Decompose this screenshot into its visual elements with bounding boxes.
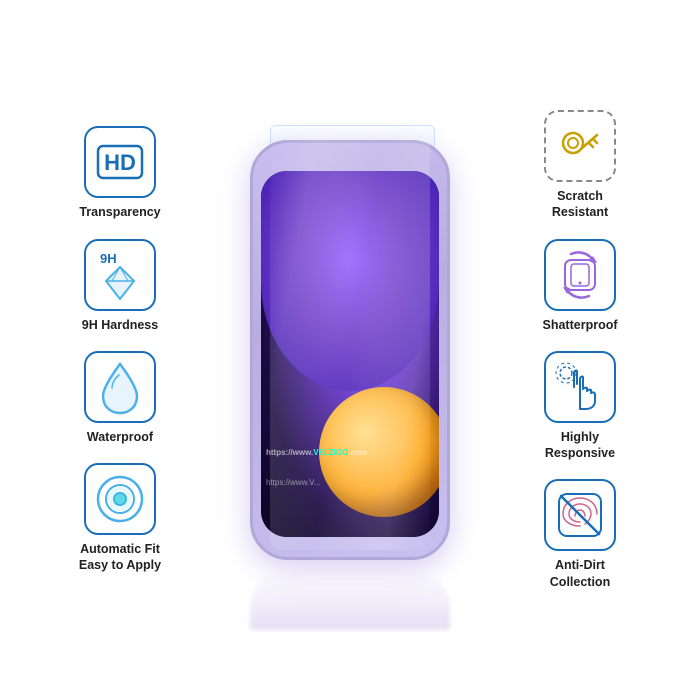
hd-icon-box: HD xyxy=(84,126,156,198)
feature-scratch-resistant: Scratch Resistant xyxy=(544,110,616,221)
feature-shatterproof: Shatterproof xyxy=(543,239,618,333)
auto-fit-label: Automatic Fit Easy to Apply xyxy=(79,541,161,574)
feature-waterproof: Waterproof xyxy=(84,351,156,445)
main-container: HD Transparency 9H 9H Hardness xyxy=(0,0,700,700)
hd-icon: HD xyxy=(96,144,144,180)
rotate-icon xyxy=(551,246,609,304)
hd-label: Transparency xyxy=(79,204,160,220)
9h-icon-box: 9H xyxy=(84,239,156,311)
responsive-icon-box xyxy=(544,351,616,423)
diamond-icon: 9H xyxy=(90,245,150,305)
responsive-label: Highly Responsive xyxy=(545,429,615,462)
phone-reflection xyxy=(250,570,450,630)
circle-target-icon xyxy=(91,470,149,528)
shatterproof-label: Shatterproof xyxy=(543,317,618,333)
watermark2: https://www.V... xyxy=(266,478,320,487)
feature-9h-hardness: 9H 9H Hardness xyxy=(82,239,158,333)
left-features: HD Transparency 9H 9H Hardness xyxy=(60,126,180,573)
svg-text:9H: 9H xyxy=(100,251,117,266)
svg-text:HD: HD xyxy=(104,150,136,175)
finger-icon xyxy=(552,359,608,415)
drop-icon xyxy=(95,358,145,416)
waterproof-icon-box xyxy=(84,351,156,423)
auto-fit-icon-box xyxy=(84,463,156,535)
phone-screen: https://www.VELZIGO.com https://www.V... xyxy=(261,171,439,537)
phone-body: https://www.VELZIGO.com https://www.V... xyxy=(250,140,450,560)
feature-auto-fit: Automatic Fit Easy to Apply xyxy=(79,463,161,574)
phone-wrapper: https://www.VELZIGO.com https://www.V... xyxy=(240,130,460,570)
9h-label: 9H Hardness xyxy=(82,317,158,333)
feature-highly-responsive: Highly Responsive xyxy=(544,351,616,462)
watermark: https://www.VELZIGO.com xyxy=(266,448,367,457)
scratch-label: Scratch Resistant xyxy=(552,188,608,221)
feature-hd-transparency: HD Transparency xyxy=(79,126,160,220)
scratch-icon-box xyxy=(544,110,616,182)
right-features: Scratch Resistant Shatter xyxy=(520,110,640,590)
waterproof-label: Waterproof xyxy=(87,429,153,445)
fingerprint-no-icon xyxy=(551,486,609,544)
anti-dirt-label: Anti-Dirt Collection xyxy=(550,557,610,590)
key-icon xyxy=(555,121,605,171)
anti-dirt-icon-box xyxy=(544,479,616,551)
shatterproof-icon-box xyxy=(544,239,616,311)
feature-anti-dirt: Anti-Dirt Collection xyxy=(544,479,616,590)
phone-display: https://www.VELZIGO.com https://www.V... xyxy=(190,130,510,570)
